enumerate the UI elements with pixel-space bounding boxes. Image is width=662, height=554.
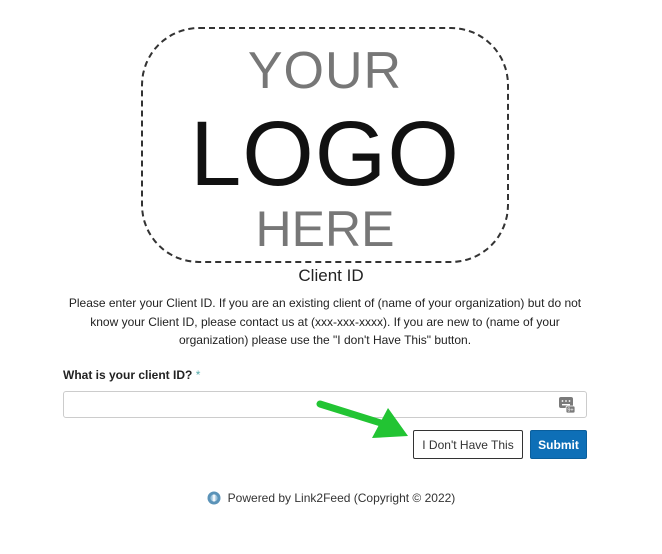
- client-id-question: What is your client ID? *: [63, 368, 200, 382]
- dont-have-this-button[interactable]: I Don't Have This: [413, 430, 523, 459]
- page-title: Client ID: [298, 266, 364, 285]
- client-id-label: What is your client ID?: [63, 368, 193, 382]
- keyboard-icon[interactable]: 9+: [558, 396, 576, 414]
- required-marker: *: [195, 368, 201, 382]
- green-arrow-icon: [316, 400, 408, 438]
- footer-text: Powered by Link2Feed (Copyright © 2022): [227, 491, 456, 505]
- logo-text-logo: LOGO: [190, 103, 460, 205]
- instructions-text: Please enter your Client ID. If you are …: [68, 296, 582, 347]
- link2feed-logo-icon: [207, 491, 221, 505]
- logo-placeholder: YOUR LOGO HERE: [141, 27, 509, 263]
- logo-text-here: HERE: [255, 201, 395, 257]
- logo-text-your: YOUR: [247, 42, 403, 100]
- svg-text:9+: 9+: [567, 408, 573, 414]
- footer: Powered by Link2Feed (Copyright © 2022): [0, 491, 662, 505]
- submit-button[interactable]: Submit: [530, 430, 587, 459]
